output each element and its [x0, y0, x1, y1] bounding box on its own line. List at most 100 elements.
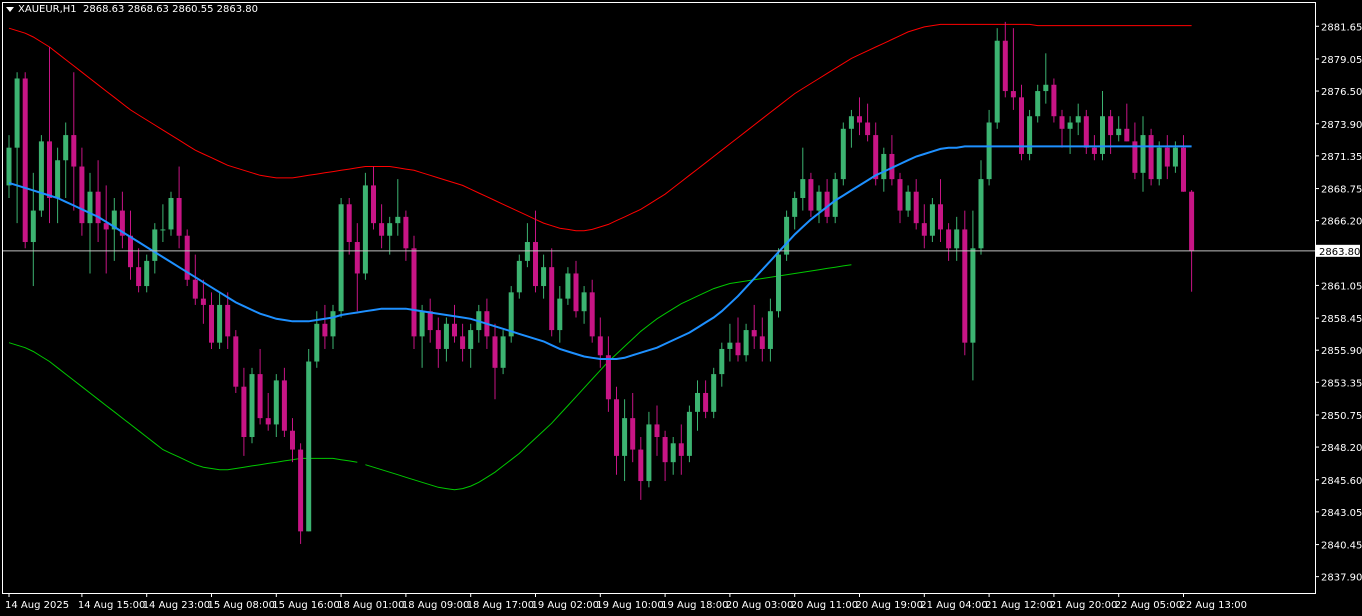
candle-body: [249, 374, 255, 438]
y-tick-label: 2855.90: [1321, 346, 1362, 357]
candle-body: [703, 392, 709, 412]
candle-body: [589, 292, 595, 337]
candle-body: [524, 242, 530, 261]
candle-body: [265, 418, 271, 425]
current-price-layer: 2863.80: [3, 244, 1360, 258]
candle-body: [281, 380, 287, 431]
candle-body: [873, 135, 879, 180]
candle-body: [395, 216, 401, 224]
x-tick-label: 21 Aug 20:00: [1050, 600, 1117, 611]
x-tick-label: 18 Aug 01:00: [337, 600, 404, 611]
candle-body: [338, 204, 344, 312]
candle-body: [557, 298, 563, 331]
candle-body: [298, 449, 304, 532]
candle-body: [1035, 91, 1041, 117]
x-tick-label: 19 Aug 10:00: [596, 600, 663, 611]
candle-body: [362, 185, 368, 274]
x-tick-label: 14 Aug 15:00: [78, 600, 145, 611]
candle-body: [1189, 191, 1195, 251]
y-tick-label: 2853.35: [1321, 378, 1362, 389]
candle-body: [128, 235, 133, 268]
candle-body: [719, 348, 725, 375]
candle-body: [986, 122, 992, 180]
x-tick-label: 22 Aug 05:00: [1115, 600, 1182, 611]
candle-body: [614, 399, 619, 456]
candle-body: [217, 304, 223, 343]
candle-body: [290, 430, 295, 450]
y-tick-label: 2876.50: [1321, 87, 1362, 98]
candle-body: [605, 355, 611, 400]
x-tick-label: 15 Aug 16:00: [272, 600, 339, 611]
candle-body: [411, 248, 417, 337]
candle-body: [55, 160, 61, 198]
y-tick-label: 2873.90: [1321, 120, 1362, 131]
y-tick-label: 2861.05: [1321, 281, 1362, 292]
candle-body: [1156, 147, 1162, 180]
candle-body: [1100, 116, 1105, 154]
y-tick-label: 2837.90: [1321, 573, 1362, 584]
candle-body: [1067, 122, 1073, 129]
candle-body: [500, 336, 506, 368]
candle-body: [516, 260, 522, 293]
candle-body: [954, 229, 960, 249]
candle-body: [1108, 116, 1114, 136]
candle-body: [371, 185, 376, 224]
candle-body: [840, 128, 846, 180]
candle-body: [209, 304, 214, 343]
candle-body: [1027, 116, 1033, 154]
candle-body: [306, 361, 312, 532]
candle-body: [678, 443, 684, 456]
candle-body: [1164, 147, 1170, 167]
candle-body: [857, 116, 862, 123]
candle-body: [1075, 116, 1081, 123]
candle-body: [1002, 40, 1008, 92]
candle-body: [233, 336, 239, 387]
candle-body: [743, 330, 749, 356]
candle-body: [468, 330, 474, 349]
candle-body: [403, 216, 409, 249]
candle-body: [1010, 91, 1016, 98]
candle-body: [136, 267, 142, 287]
candle-body: [1148, 135, 1154, 180]
candle-body: [443, 323, 449, 349]
candle-body: [597, 336, 603, 356]
candle-body: [759, 336, 765, 349]
candle-body: [686, 411, 692, 456]
candle-body: [913, 191, 919, 224]
candle-body: [994, 40, 1000, 123]
candle-body: [427, 311, 433, 331]
candle-body: [257, 374, 263, 419]
candle-body: [711, 374, 717, 412]
candle-body: [14, 78, 20, 148]
candle-body: [630, 418, 636, 450]
candle-body: [200, 298, 206, 305]
candle-body: [573, 273, 579, 312]
x-tick-label: 20 Aug 11:00: [791, 600, 858, 611]
candle-body: [792, 197, 798, 217]
candle-body: [460, 336, 466, 349]
candle-body: [1059, 116, 1065, 129]
candle-body: [144, 260, 150, 287]
candle-body: [751, 330, 757, 337]
candle-body: [897, 179, 903, 211]
candle-body: [549, 267, 555, 331]
candle-body: [354, 242, 360, 274]
candle-body: [816, 191, 822, 211]
candle-body: [38, 141, 44, 211]
candle-body: [970, 248, 976, 343]
candle-body: [47, 141, 52, 198]
y-tick-label: 2845.60: [1321, 476, 1362, 487]
candle-body: [346, 204, 352, 243]
candle-body: [646, 424, 652, 482]
candle-body: [533, 242, 538, 287]
price-chart[interactable]: 2863.80 2881.65 2879.05 2876.50 2873.90 2871…: [0, 0, 1362, 616]
candle-body: [962, 229, 968, 343]
x-tick-label: 19 Aug 18:00: [661, 600, 728, 611]
candle-body: [71, 135, 77, 167]
y-tick-label: 2858.45: [1321, 314, 1362, 325]
y-tick-label: 2879.05: [1321, 55, 1362, 66]
candle-body: [1043, 84, 1049, 92]
candle-body: [225, 304, 231, 337]
candle-body: [776, 254, 781, 312]
x-tick-label: 15 Aug 08:00: [208, 600, 275, 611]
